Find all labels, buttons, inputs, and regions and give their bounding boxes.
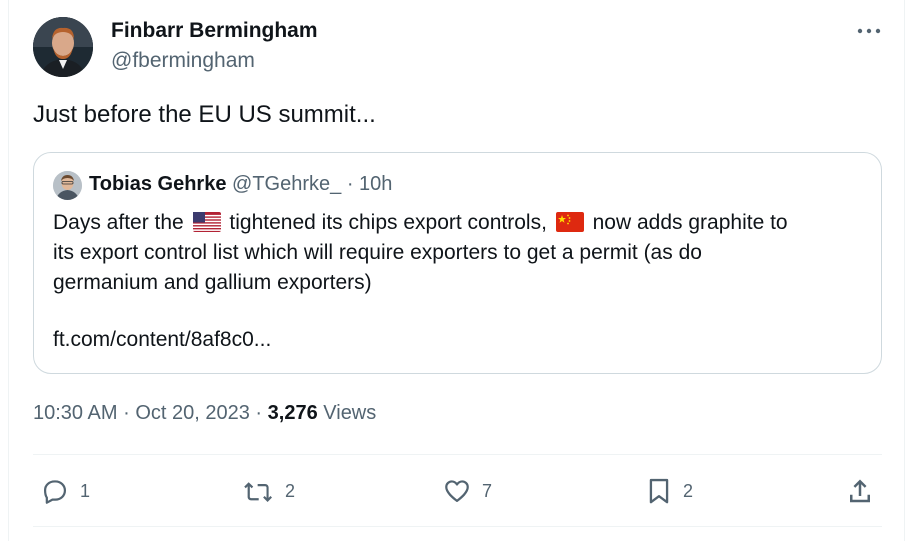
heart-icon [445, 480, 469, 503]
quoted-tweet-text: Days after the tightened its chips expor… [53, 208, 873, 298]
reply-count: 1 [80, 480, 91, 501]
reply-button[interactable]: 1 [40, 476, 90, 506]
quoted-text-segment: now adds graphite to [592, 211, 788, 234]
views-count: 3,276 [267, 402, 318, 424]
meta-separator: · [255, 402, 263, 424]
tweet-text: Just before the EU US summit... [33, 101, 376, 128]
more-options-button[interactable] [852, 18, 886, 44]
tweet-time[interactable]: 10:30 AM [33, 402, 118, 424]
quoted-meta-separator: · [346, 173, 354, 195]
divider [33, 454, 882, 455]
quoted-text-segment: tightened its chips export controls, [229, 211, 547, 234]
author-name[interactable]: Finbarr Bermingham [111, 19, 318, 43]
tweet-date[interactable]: Oct 20, 2023 [135, 402, 250, 424]
reply-icon [43, 480, 67, 504]
quoted-author-handle[interactable]: @TGehrke_ [232, 173, 341, 195]
share-button[interactable] [845, 476, 875, 506]
quoted-text-segment: Days after the [53, 211, 184, 234]
bookmark-icon [649, 478, 669, 504]
quoted-tweet-time[interactable]: 10h [359, 173, 392, 195]
like-button[interactable]: 7 [442, 476, 492, 506]
meta-separator: · [123, 402, 130, 424]
more-icon [857, 28, 881, 34]
like-count: 7 [482, 480, 493, 501]
repost-icon [244, 482, 272, 502]
quoted-author-name[interactable]: Tobias Gehrke [89, 173, 226, 195]
quoted-tweet-card[interactable]: Tobias Gehrke @TGehrke_ · 10h Days after… [33, 152, 882, 374]
views-label: Views [323, 402, 377, 424]
quoted-tweet-header: Tobias Gehrke @TGehrke_ · 10h [89, 173, 392, 196]
us-flag-icon [192, 211, 221, 241]
share-icon [850, 479, 870, 503]
quoted-tweet-link[interactable]: ft.com/content/8af8c0... [53, 328, 271, 352]
china-flag-icon [555, 211, 584, 241]
quoted-text-line: its export control list which will requi… [53, 241, 702, 264]
bookmark-button[interactable]: 2 [645, 476, 693, 506]
divider [33, 526, 882, 527]
author-avatar[interactable] [33, 17, 93, 77]
quoted-author-avatar[interactable] [53, 171, 82, 200]
author-handle[interactable]: @fbermingham [111, 49, 255, 73]
tweet-metadata: 10:30 AM · Oct 20, 2023 · 3,276 Views [33, 402, 376, 425]
repost-count: 2 [285, 480, 296, 501]
quoted-text-line: germanium and gallium exporters) [53, 271, 372, 294]
bookmark-count: 2 [683, 480, 694, 501]
repost-button[interactable]: 2 [241, 476, 295, 506]
